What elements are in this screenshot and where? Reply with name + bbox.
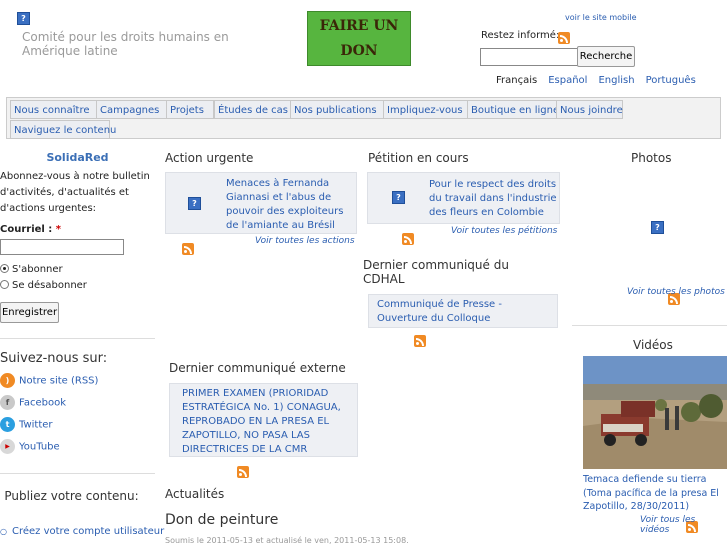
see-all-videos-link[interactable]: Voir tous les vidéos	[640, 515, 727, 535]
social-rss-label: Notre site (RSS)	[19, 375, 99, 387]
rss-icon[interactable]	[182, 243, 195, 255]
rss-icon[interactable]	[402, 233, 415, 245]
social-facebook[interactable]: f Facebook	[0, 395, 66, 411]
rss-icon[interactable]	[414, 335, 427, 347]
nav-browse-content[interactable]: Naviguez le contenu	[10, 120, 116, 139]
news-title: Actualités	[165, 487, 225, 501]
lang-english[interactable]: English	[598, 75, 634, 86]
donate-line2: DON	[340, 43, 378, 59]
youtube-icon: ▶	[0, 439, 15, 454]
nav-get-involved[interactable]: Impliquez-vous	[383, 100, 475, 119]
nav-about[interactable]: Nous connaître	[10, 100, 100, 119]
email-label-text: Courriel :	[0, 224, 53, 235]
external-title: Dernier communiqué externe	[169, 361, 346, 375]
urgent-card: ? Menaces à Fernanda Giannasi et l'abus …	[165, 172, 357, 234]
unsubscribe-radio[interactable]: Se désabonner	[0, 280, 87, 291]
external-item-link[interactable]: PRIMER EXAMEN (PRIORIDAD ESTRATÉGICA No.…	[182, 387, 348, 457]
twitter-icon: t	[0, 417, 15, 432]
unsubscribe-label: Se désabonner	[12, 280, 87, 291]
site-name: Comité pour les droits humains en Amériq…	[22, 30, 229, 58]
urgent-item-link[interactable]: Menaces à Fernanda Giannasi et l'abus de…	[226, 177, 354, 233]
petition-title: Pétition en cours	[368, 151, 469, 165]
social-twitter-label: Twitter	[19, 419, 53, 431]
video-thumbnail[interactable]	[583, 356, 727, 469]
rss-icon[interactable]	[237, 466, 250, 478]
social-twitter[interactable]: t Twitter	[0, 417, 53, 433]
nav-contact[interactable]: Nous joindre	[556, 100, 623, 119]
divider	[0, 473, 155, 474]
search-button[interactable]: Recherche	[577, 46, 635, 67]
subscribe-radio[interactable]: S'abonner	[0, 264, 63, 275]
see-all-photos-link[interactable]: Voir toutes les photos	[627, 287, 725, 297]
nav-projects[interactable]: Projets	[166, 100, 214, 119]
petition-item-link[interactable]: Pour le respect des droits du travail da…	[429, 178, 557, 220]
register-button[interactable]: Enregistrer	[0, 302, 59, 323]
video-thumbnail-image	[583, 356, 727, 469]
mobile-site-link[interactable]: voir le site mobile	[565, 13, 637, 22]
cdhal-title: Dernier communiqué du CDHAL	[363, 258, 509, 286]
broken-image-icon: ?	[188, 197, 201, 210]
main-nav: Nous connaître Campagnes Projets Études …	[6, 97, 721, 139]
follow-title: Suivez-nous sur:	[0, 351, 108, 366]
subscribe-label: S'abonner	[12, 264, 63, 275]
rss-icon: )	[0, 373, 15, 388]
divider	[572, 325, 727, 326]
cdhal-card: Communiqué de Presse - Ouverture du Coll…	[368, 294, 558, 328]
see-all-petitions-link[interactable]: Voir toutes les pétitions	[451, 226, 557, 236]
external-card: PRIMER EXAMEN (PRIORIDAD ESTRATÉGICA No.…	[169, 383, 358, 457]
nav-publications[interactable]: Nos publications	[290, 100, 386, 119]
donate-button[interactable]: FAIRE UN DON	[307, 11, 411, 66]
radio-selected-icon	[0, 264, 9, 273]
language-switcher: Français Español English Português	[496, 75, 707, 86]
petition-card: ? Pour le respect des droits du travail …	[367, 172, 560, 224]
publish-title: Publiez votre contenu:	[4, 489, 139, 503]
radio-empty-icon	[0, 280, 9, 289]
photos-title: Photos	[631, 151, 672, 165]
donate-line1: FAIRE UN	[319, 18, 399, 34]
solidared-title: SolidaRed	[46, 151, 109, 164]
nav-campaigns[interactable]: Campagnes	[96, 100, 170, 119]
lang-portuguese[interactable]: Português	[646, 75, 696, 86]
article-title[interactable]: Don de peinture	[165, 512, 278, 528]
facebook-icon: f	[0, 395, 15, 410]
search-input[interactable]	[480, 48, 578, 66]
nav-case-studies[interactable]: Études de cas	[214, 100, 294, 119]
bullet-icon: ○	[0, 527, 7, 536]
newsletter-intro: Abonnez-vous à notre bulletin d'activité…	[0, 171, 150, 214]
video-caption-link[interactable]: Temaca defiende su tierra (Toma pacífica…	[583, 473, 723, 514]
nav-shop[interactable]: Boutique en ligne	[467, 100, 559, 119]
urgent-title: Action urgente	[165, 151, 254, 165]
article-meta: Soumis le 2011-05-13 et actualisé le ven…	[165, 536, 409, 545]
social-rss[interactable]: ) Notre site (RSS)	[0, 373, 98, 389]
lang-spanish[interactable]: Español	[548, 75, 587, 86]
videos-title: Vidéos	[633, 338, 673, 352]
lang-french[interactable]: Français	[496, 75, 537, 86]
broken-image-icon: ?	[392, 191, 405, 204]
rss-icon[interactable]	[558, 32, 570, 44]
create-account-label: Créez votre compte utilisateur	[11, 526, 165, 537]
divider	[0, 338, 155, 339]
broken-image-icon[interactable]: ?	[651, 221, 664, 234]
social-youtube[interactable]: ▶ YouTube	[0, 439, 60, 455]
email-field[interactable]	[0, 239, 124, 255]
inform-label: Restez informé:	[481, 30, 560, 41]
social-facebook-label: Facebook	[19, 397, 66, 409]
see-all-actions-link[interactable]: Voir toutes les actions	[255, 236, 355, 246]
required-mark: *	[55, 224, 62, 235]
create-account-link[interactable]: ○ Créez votre compte utilisateur	[0, 525, 164, 539]
cdhal-item-link[interactable]: Communiqué de Presse - Ouverture du Coll…	[377, 298, 555, 326]
social-youtube-label: YouTube	[19, 441, 60, 453]
email-label: Courriel : *	[0, 224, 61, 235]
broken-image-icon: ?	[17, 12, 30, 25]
